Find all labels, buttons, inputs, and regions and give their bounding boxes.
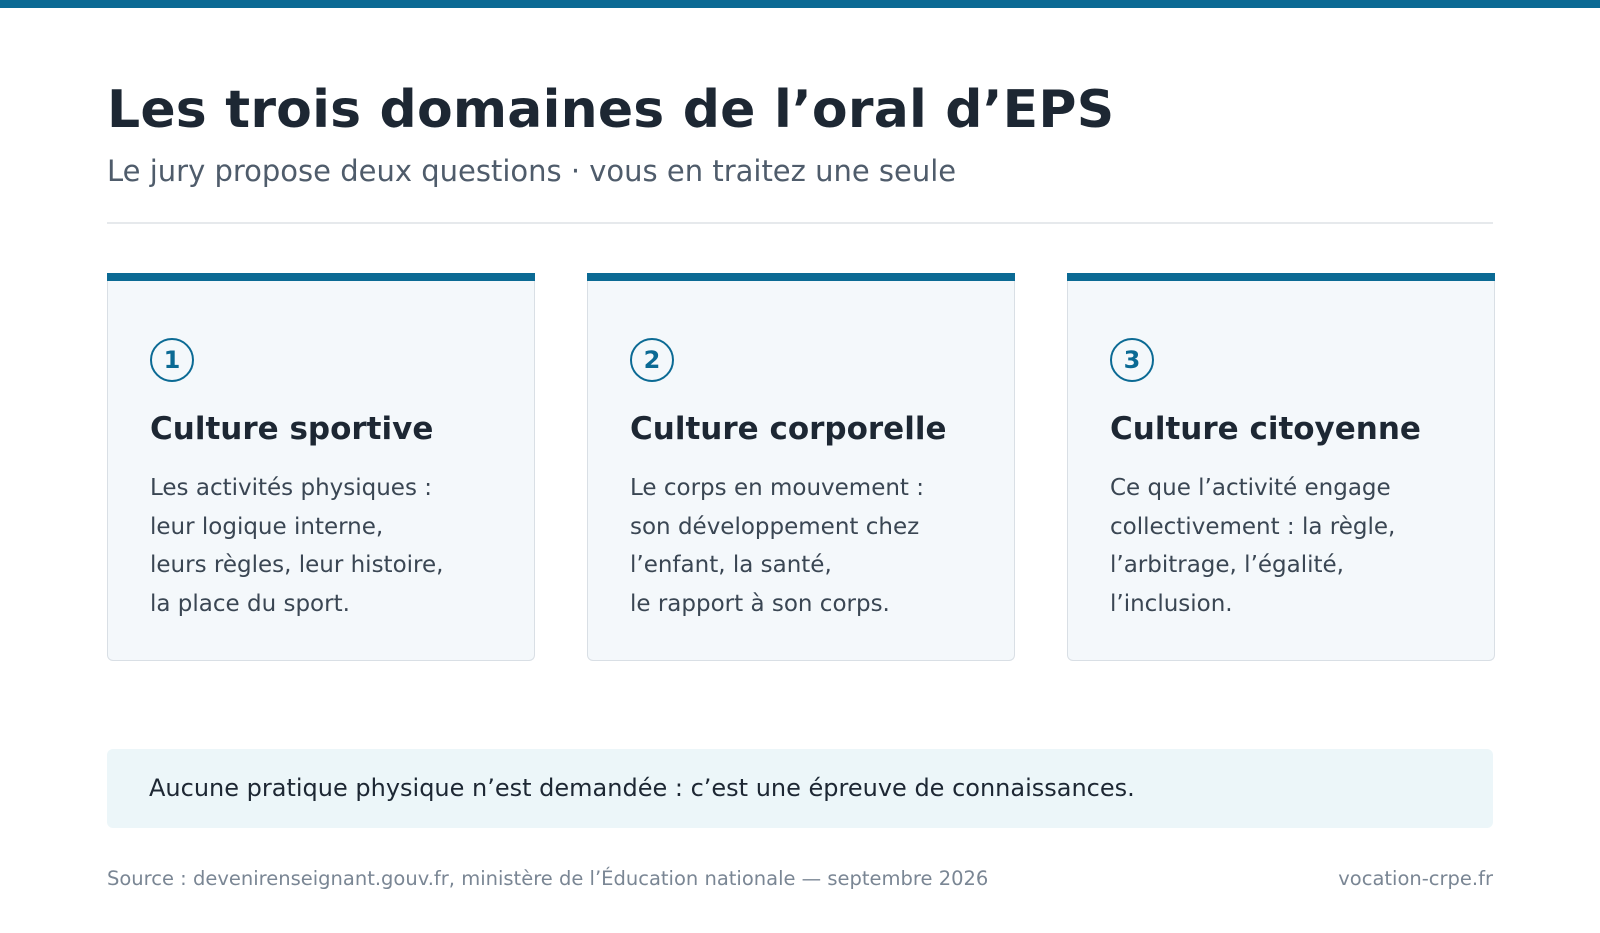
top-accent-bar — [0, 0, 1600, 8]
site-credit: vocation-crpe.fr — [1338, 867, 1493, 890]
source-citation: Source : devenirenseignant.gouv.fr, mini… — [107, 867, 989, 890]
card-description: Les activités physiques : leur logique i… — [150, 469, 520, 624]
card-number-badge: 1 — [150, 338, 194, 382]
card-description-line: collectivement : la règle, — [1110, 513, 1396, 540]
card-number-badge: 2 — [630, 338, 674, 382]
card-title: Culture sportive — [150, 411, 434, 447]
domain-cards: 1 Culture sportive Les activités physiqu… — [107, 273, 1495, 661]
card-description: Ce que l’activité engage collectivement … — [1110, 469, 1480, 624]
card-description-line: l’inclusion. — [1110, 591, 1233, 618]
card-description-line: leur logique interne, — [150, 513, 384, 540]
header-divider — [107, 222, 1493, 224]
card-description-line: Les activités physiques : — [150, 475, 432, 501]
card-description-line: son développement chez — [630, 513, 920, 540]
card-title: Culture citoyenne — [1110, 411, 1421, 447]
domain-card-culture-sportive: 1 Culture sportive Les activités physiqu… — [107, 273, 535, 661]
card-description-line: l’arbitrage, l’égalité, — [1110, 552, 1344, 579]
card-description-line: Le corps en mouvement : — [630, 475, 925, 501]
domain-card-culture-citoyenne: 3 Culture citoyenne Ce que l’activité en… — [1067, 273, 1495, 661]
card-description-line: l’enfant, la santé, — [630, 552, 832, 579]
card-description-line: le rapport à son corps. — [630, 591, 890, 618]
page-subtitle: Le jury propose deux questions · vous en… — [107, 154, 957, 188]
info-callout: Aucune pratique physique n’est demandée … — [107, 749, 1493, 828]
card-number-badge: 3 — [1110, 338, 1154, 382]
card-description-line: leurs règles, leur histoire, — [150, 552, 444, 579]
card-description-line: Ce que l’activité engage — [1110, 475, 1391, 501]
card-title: Culture corporelle — [630, 411, 947, 447]
domain-card-culture-corporelle: 2 Culture corporelle Le corps en mouveme… — [587, 273, 1015, 661]
card-description-line: la place du sport. — [150, 591, 350, 618]
page-title: Les trois domaines de l’oral d’EPS — [107, 80, 1115, 140]
card-description: Le corps en mouvement : son développemen… — [630, 469, 1000, 624]
